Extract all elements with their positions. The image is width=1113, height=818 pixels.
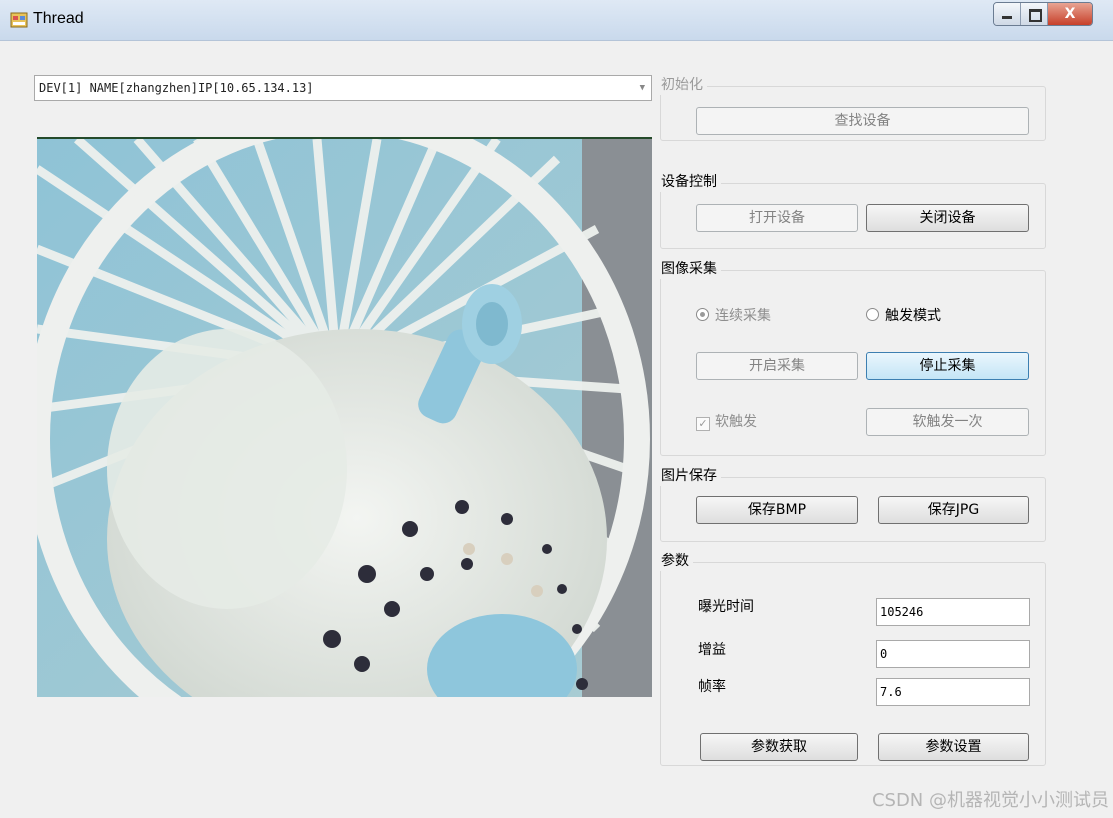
app-window-icon xyxy=(10,12,28,28)
minimize-icon[interactable] xyxy=(994,3,1021,25)
maximize-icon[interactable] xyxy=(1021,3,1048,25)
find-device-button[interactable]: 查找设备 xyxy=(696,107,1029,135)
title-bar: Thread X xyxy=(0,0,1113,41)
window-controls: X xyxy=(993,2,1093,26)
trigger-mode-label: 触发模式 xyxy=(885,308,941,324)
chevron-down-icon[interactable]: ▼ xyxy=(640,76,645,100)
fps-label: 帧率 xyxy=(698,679,726,695)
soft-trigger-once-button[interactable]: 软触发一次 xyxy=(866,408,1029,436)
device-select[interactable]: DEV[1] NAME[zhangzhen]IP[10.65.134.13] ▼ xyxy=(34,75,652,101)
continuous-mode-label: 连续采集 xyxy=(715,308,771,324)
device-select-value: DEV[1] NAME[zhangzhen]IP[10.65.134.13] xyxy=(39,81,314,95)
set-params-button[interactable]: 参数设置 xyxy=(878,733,1029,761)
gain-input[interactable]: 0 xyxy=(876,640,1030,668)
acquisition-group-title: 图像采集 xyxy=(659,259,721,279)
start-acquisition-button[interactable]: 开启采集 xyxy=(696,352,858,380)
save-group-title: 图片保存 xyxy=(659,466,721,486)
save-bmp-button[interactable]: 保存BMP xyxy=(696,496,858,524)
open-device-button[interactable]: 打开设备 xyxy=(696,204,858,232)
exposure-input[interactable]: 105246 xyxy=(876,598,1030,626)
close-icon[interactable]: X xyxy=(1048,3,1092,25)
exposure-label: 曝光时间 xyxy=(698,599,754,615)
fan-photo xyxy=(37,139,652,697)
save-jpg-button[interactable]: 保存JPG xyxy=(878,496,1029,524)
params-group-title: 参数 xyxy=(659,551,693,571)
continuous-mode-radio[interactable]: 连续采集 xyxy=(696,306,771,326)
stop-acquisition-button[interactable]: 停止采集 xyxy=(866,352,1029,380)
init-group-title: 初始化 xyxy=(659,75,707,95)
fps-input[interactable]: 7.6 xyxy=(876,678,1030,706)
camera-image xyxy=(37,137,652,697)
device-control-group-title: 设备控制 xyxy=(659,172,721,192)
close-device-button[interactable]: 关闭设备 xyxy=(866,204,1029,232)
radio-dot xyxy=(866,308,879,321)
soft-trigger-label: 软触发 xyxy=(715,414,757,430)
checkmark-icon: ✓ xyxy=(696,417,710,431)
gain-label: 增益 xyxy=(698,642,726,658)
radio-dot xyxy=(696,308,709,321)
watermark: CSDN @机器视觉小小测试员 xyxy=(871,790,1109,811)
soft-trigger-checkbox[interactable]: ✓ 软触发 xyxy=(696,412,757,432)
get-params-button[interactable]: 参数获取 xyxy=(700,733,858,761)
window-title: Thread xyxy=(33,10,84,27)
trigger-mode-radio[interactable]: 触发模式 xyxy=(866,306,941,326)
